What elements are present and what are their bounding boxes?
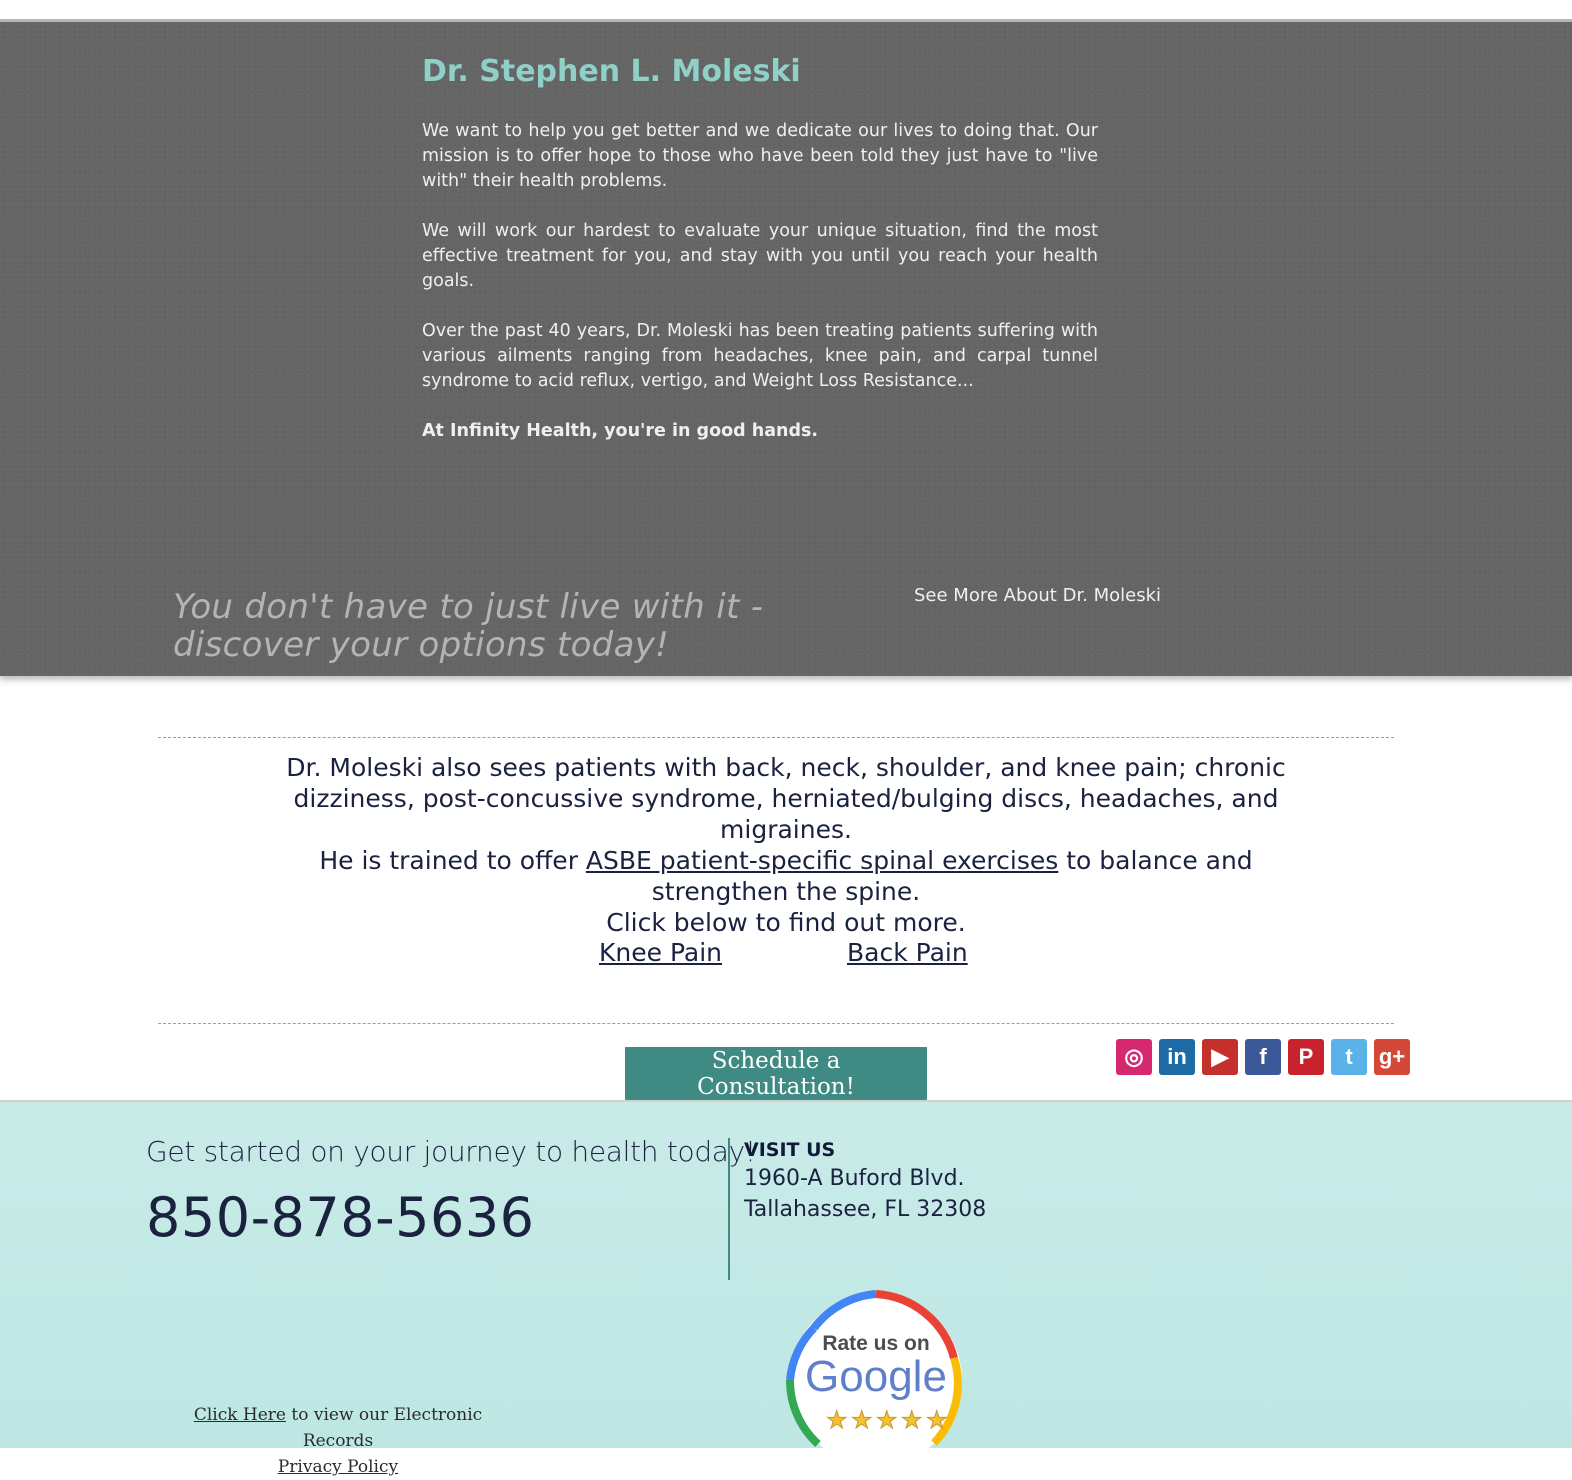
youtube-icon[interactable]: ▶ [1202,1039,1238,1075]
records-click-here-link[interactable]: Click Here [194,1405,286,1425]
linkedin-icon[interactable]: in [1159,1039,1195,1075]
commitment-paragraph: We will work our hardest to evaluate you… [422,221,1098,291]
experience-paragraph: Over the past 40 years, Dr. Moleski has … [422,321,1098,391]
privacy-policy-link[interactable]: Privacy Policy [278,1457,398,1477]
footer: Get started on your journey to health to… [0,1100,1572,1477]
records-text: to view our Electronic Records [286,1405,483,1451]
journey-heading: Get started on your journey to health to… [146,1135,756,1168]
back-pain-link[interactable]: Back Pain [847,938,968,967]
asbe-exercises-link[interactable]: ASBE patient-specific spinal exercises [586,846,1058,875]
tagline: You don't have to just live with it - di… [173,587,764,665]
twitter-icon[interactable]: t [1331,1039,1367,1075]
address-street: 1960-A Buford Blvd. [744,1166,965,1191]
svg-text:★: ★ [901,1406,923,1434]
about-section: Dr. Stephen L. Moleski We want to help y… [0,22,1572,676]
divider-top [158,737,1394,738]
about-text: We want to help you get better and we de… [422,119,1098,469]
footer-divider [728,1138,730,1280]
good-hands-statement: At Infinity Health, you're in good hands… [422,421,819,441]
mission-paragraph: We want to help you get better and we de… [422,121,1098,191]
svg-text:★: ★ [851,1406,873,1434]
instagram-icon[interactable]: ◎ [1116,1039,1152,1075]
asbe-prefix: He is trained to offer [319,846,586,875]
pinterest-icon[interactable]: P [1288,1039,1324,1075]
svg-text:★: ★ [876,1406,898,1434]
records-notice: Click Here to view our Electronic Record… [156,1402,520,1480]
rate-us-on-google-badge[interactable]: Rate us on Google ★ ★ ★ ★ ★ [784,1288,968,1472]
see-more-about-link[interactable]: See More About Dr. Moleski [914,585,1161,606]
conditions-line: Dr. Moleski also sees patients with back… [286,753,1286,844]
facebook-icon[interactable]: f [1245,1039,1281,1075]
top-strip [0,0,1572,22]
divider-bottom [158,1023,1394,1024]
pain-links: Knee Pain Back Pain [0,938,1572,972]
schedule-consultation-button[interactable]: Schedule a Consultation! [625,1047,927,1100]
doctor-name-heading: Dr. Stephen L. Moleski [422,54,801,89]
address-city: Tallahassee, FL 32308 [744,1197,987,1222]
find-out-more-line: Click below to find out more. [606,908,966,937]
address: 1960-A Buford Blvd. Tallahassee, FL 3230… [744,1163,986,1225]
badge-stars-icon: ★ ★ ★ ★ ★ [826,1406,949,1435]
google-plus-icon[interactable]: g+ [1374,1039,1410,1075]
svg-text:★: ★ [826,1406,848,1434]
badge-google-text: Google [805,1352,947,1401]
visit-us-label: VISIT US [744,1139,836,1161]
asbe-line: He is trained to offer ASBE patient-spec… [270,845,1302,907]
phone-number[interactable]: 850-878-5636 [146,1186,535,1249]
social-icons: ◎ in ▶ f Pt g+ [1116,1039,1410,1075]
knee-pain-link[interactable]: Knee Pain [599,938,722,967]
svg-text:★: ★ [926,1406,948,1434]
conditions-text: Dr. Moleski also sees patients with back… [270,752,1302,938]
